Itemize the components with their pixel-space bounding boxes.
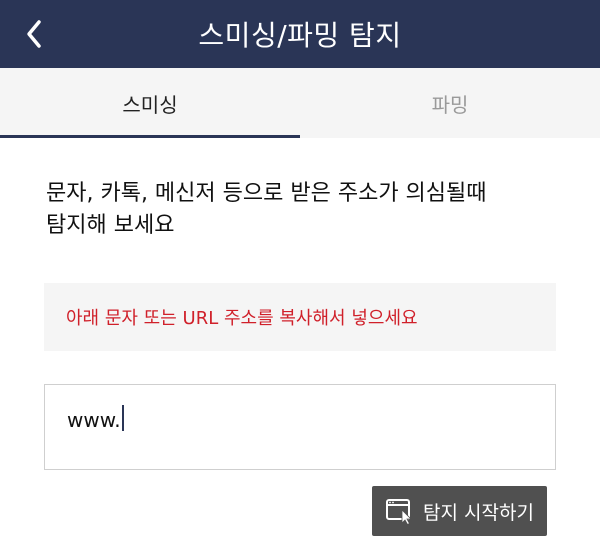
start-detection-label: 탐지 시작하기	[423, 501, 534, 524]
tab-bar: 스미싱 파밍	[0, 68, 600, 138]
url-input[interactable]: www.	[44, 384, 556, 470]
notice-text: 아래 문자 또는 URL 주소를 복사해서 넣으세요	[66, 308, 418, 329]
page-title: 스미싱/파밍 탐지	[198, 19, 402, 52]
notice-box: 아래 문자 또는 URL 주소를 복사해서 넣으세요	[44, 283, 556, 351]
description-line-2: 탐지해 보세요	[46, 213, 175, 238]
description: 문자, 카톡, 메신저 등으로 받은 주소가 의심될때 탐지해 보세요	[46, 178, 566, 242]
description-line-1: 문자, 카톡, 메신저 등으로 받은 주소가 의심될때	[46, 181, 487, 206]
tab-pharming[interactable]: 파밍	[300, 68, 600, 138]
url-input-text: www.	[67, 408, 121, 432]
browser-cursor-icon	[386, 499, 412, 525]
start-detection-button[interactable]: 탐지 시작하기	[372, 486, 547, 536]
app-header: 스미싱/파밍 탐지	[0, 0, 600, 68]
url-input-value: www.	[67, 405, 124, 434]
tab-smishing[interactable]: 스미싱	[0, 68, 300, 138]
text-caret	[121, 405, 124, 431]
